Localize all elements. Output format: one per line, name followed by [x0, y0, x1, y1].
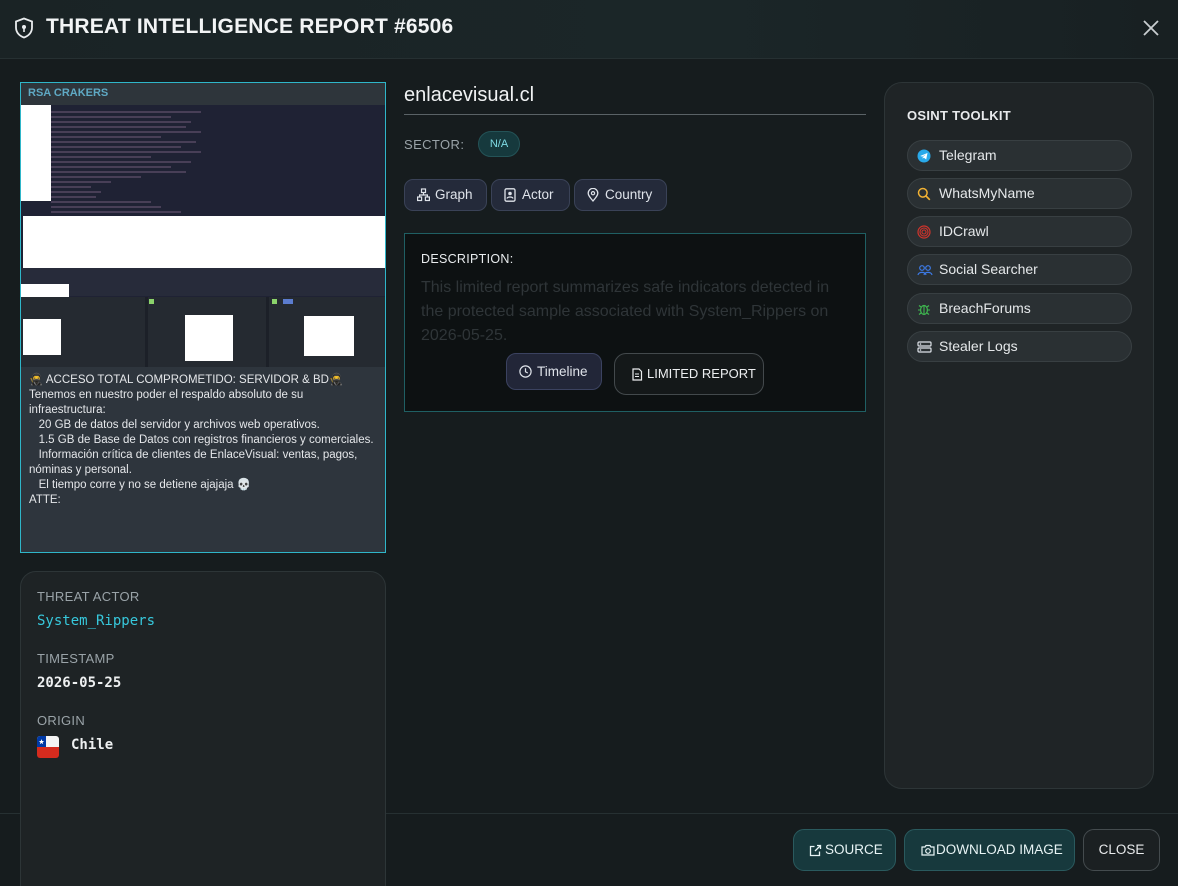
- message-line: El tiempo corre y no se detiene ajajaja …: [29, 479, 252, 491]
- osint-toolkit-panel: OSINT TOOLKIT Telegram WhatsMyName IDCra…: [884, 82, 1154, 789]
- download-image-label: DOWNLOAD IMAGE: [936, 842, 1063, 857]
- footer-divider: [386, 813, 1178, 814]
- tool-label: WhatsMyName: [939, 185, 1035, 201]
- limited-report-button[interactable]: LIMITED REPORT: [614, 353, 764, 395]
- message-line: Información crítica de clientes de Enlac…: [29, 449, 361, 476]
- source-button[interactable]: SOURCE: [793, 829, 896, 871]
- bug-icon: [918, 304, 930, 316]
- divider: [404, 114, 866, 115]
- search-icon: [917, 187, 931, 201]
- camera-icon: [921, 844, 935, 856]
- download-image-button[interactable]: DOWNLOAD IMAGE: [904, 829, 1075, 871]
- tool-telegram[interactable]: Telegram: [907, 140, 1132, 171]
- actor-button[interactable]: Actor: [491, 179, 570, 211]
- footer-divider: [0, 813, 20, 814]
- threat-actor-label: THREAT ACTOR: [37, 589, 140, 604]
- target-domain: enlacevisual.cl: [404, 84, 535, 106]
- timestamp-value: 2026-05-25: [37, 675, 122, 691]
- origin-label: ORIGIN: [37, 713, 86, 728]
- tool-label: Stealer Logs: [939, 338, 1018, 354]
- screenshot-band: [21, 268, 385, 296]
- message-line: 1.5 GB de Base de Datos con registros fi…: [29, 434, 374, 446]
- limited-report-label: LIMITED REPORT: [647, 366, 756, 381]
- description-panel: DESCRIPTION: This limited report summari…: [404, 233, 866, 412]
- message-line: 20 GB de datos del servidor y archivos w…: [29, 419, 320, 431]
- map-pin-icon: [587, 188, 599, 202]
- server-icon: [917, 341, 932, 353]
- screenshot-message: 🥷 ACCESO TOTAL COMPROMETIDO: SERVIDOR & …: [21, 367, 385, 552]
- external-link-icon: [809, 844, 822, 857]
- source-label: SOURCE: [825, 842, 883, 857]
- tool-stealer-logs[interactable]: Stealer Logs: [907, 331, 1132, 362]
- description-text: This limited report summarizes safe indi…: [421, 279, 830, 344]
- origin-value: Chile: [71, 737, 114, 753]
- message-line: ATTE:: [29, 494, 61, 506]
- tool-breachforums[interactable]: BreachForums: [907, 293, 1132, 324]
- message-line: 🥷 ACCESO TOTAL COMPROMETIDO: SERVIDOR & …: [29, 374, 344, 386]
- report-modal: THREAT INTELLIGENCE REPORT #6506 RSA CRA…: [0, 0, 1178, 886]
- close-icon[interactable]: [1141, 18, 1161, 38]
- graph-icon: [417, 188, 430, 202]
- clock-icon: [519, 365, 532, 378]
- modal-title: THREAT INTELLIGENCE REPORT #6506: [46, 15, 454, 38]
- timeline-button[interactable]: Timeline: [506, 353, 602, 390]
- country-label: Country: [605, 187, 653, 202]
- graph-button[interactable]: Graph: [404, 179, 487, 211]
- message-line: Tenemos en nuestro poder el respaldo abs…: [29, 389, 307, 416]
- screenshot-channel-name: RSA CRAKERS: [28, 87, 109, 99]
- tool-idcrawl[interactable]: IDCrawl: [907, 216, 1132, 247]
- redacted-block: [23, 216, 385, 268]
- users-icon: [917, 265, 933, 276]
- country-button[interactable]: Country: [574, 179, 667, 211]
- actor-label: Actor: [522, 187, 554, 202]
- shield-icon: [15, 17, 33, 39]
- tool-label: IDCrawl: [939, 223, 989, 239]
- screenshot-panes: [21, 297, 385, 367]
- timeline-label: Timeline: [537, 364, 588, 379]
- tool-label: BreachForums: [939, 300, 1031, 316]
- osint-toolkit-title: OSINT TOOLKIT: [907, 108, 1012, 123]
- tool-social-searcher[interactable]: Social Searcher: [907, 254, 1132, 285]
- sector-badge: N/A: [478, 131, 520, 157]
- threat-actor-value[interactable]: System_Rippers: [37, 613, 155, 629]
- report-icon: [632, 368, 643, 381]
- timestamp-label: TIMESTAMP: [37, 651, 115, 666]
- graph-label: Graph: [435, 187, 473, 202]
- id-card-icon: [504, 188, 516, 202]
- screenshot-channel-bar: RSA CRAKERS: [21, 83, 385, 105]
- modal-header: THREAT INTELLIGENCE REPORT #6506: [0, 0, 1178, 59]
- leak-screenshot[interactable]: RSA CRAKERS 🥷 ACCESO TOTAL COMPROMETIDO:…: [20, 82, 386, 553]
- description-label: DESCRIPTION:: [421, 252, 514, 266]
- fingerprint-icon: [917, 225, 931, 239]
- tool-whatsmyname[interactable]: WhatsMyName: [907, 178, 1132, 209]
- close-button[interactable]: CLOSE: [1083, 829, 1160, 871]
- telegram-icon: [917, 149, 931, 163]
- redacted-block: [21, 105, 51, 201]
- chile-flag-icon: [37, 736, 59, 758]
- sector-label: SECTOR:: [404, 137, 465, 152]
- threat-details-card: THREAT ACTOR System_Rippers TIMESTAMP 20…: [20, 571, 386, 886]
- tool-label: Social Searcher: [939, 261, 1038, 277]
- tool-label: Telegram: [939, 147, 997, 163]
- redacted-block: [21, 284, 69, 297]
